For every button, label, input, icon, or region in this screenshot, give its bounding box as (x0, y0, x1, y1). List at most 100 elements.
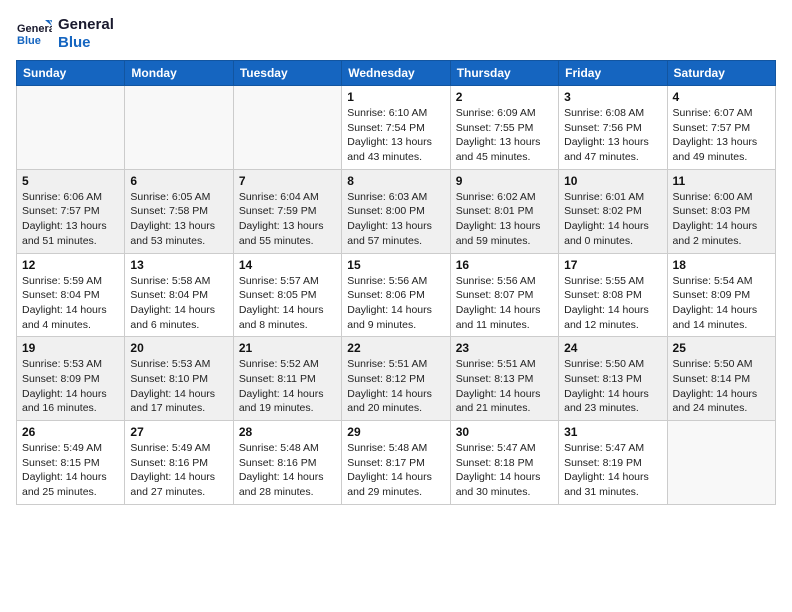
day-info: Sunrise: 6:09 AMSunset: 7:55 PMDaylight:… (456, 106, 553, 165)
calendar-header: SundayMondayTuesdayWednesdayThursdayFrid… (17, 61, 776, 86)
day-number: 27 (130, 425, 227, 439)
day-number: 21 (239, 341, 336, 355)
weekday-header-row: SundayMondayTuesdayWednesdayThursdayFrid… (17, 61, 776, 86)
day-info: Sunrise: 5:53 AMSunset: 8:10 PMDaylight:… (130, 357, 227, 416)
calendar-cell: 1 Sunrise: 6:10 AMSunset: 7:54 PMDaylight… (342, 86, 450, 170)
day-number: 5 (22, 174, 119, 188)
day-number: 12 (22, 258, 119, 272)
calendar-cell: 12 Sunrise: 5:59 AMSunset: 8:04 PMDayligh… (17, 253, 125, 337)
day-info: Sunrise: 5:56 AMSunset: 8:07 PMDaylight:… (456, 274, 553, 333)
calendar-cell: 23 Sunrise: 5:51 AMSunset: 8:13 PMDayligh… (450, 337, 558, 421)
day-number: 18 (673, 258, 770, 272)
calendar-cell: 9 Sunrise: 6:02 AMSunset: 8:01 PMDaylight… (450, 169, 558, 253)
logo: General Blue General Blue (16, 16, 114, 52)
calendar-cell: 13 Sunrise: 5:58 AMSunset: 8:04 PMDayligh… (125, 253, 233, 337)
weekday-header-sunday: Sunday (17, 61, 125, 86)
day-info: Sunrise: 5:59 AMSunset: 8:04 PMDaylight:… (22, 274, 119, 333)
day-number: 23 (456, 341, 553, 355)
calendar-body: 1 Sunrise: 6:10 AMSunset: 7:54 PMDaylight… (17, 86, 776, 505)
logo-general: General (58, 16, 114, 34)
day-info: Sunrise: 6:01 AMSunset: 8:02 PMDaylight:… (564, 190, 661, 249)
calendar-cell: 28 Sunrise: 5:48 AMSunset: 8:16 PMDayligh… (233, 421, 341, 505)
day-info: Sunrise: 6:00 AMSunset: 8:03 PMDaylight:… (673, 190, 770, 249)
weekday-header-thursday: Thursday (450, 61, 558, 86)
day-number: 17 (564, 258, 661, 272)
day-info: Sunrise: 5:53 AMSunset: 8:09 PMDaylight:… (22, 357, 119, 416)
day-number: 31 (564, 425, 661, 439)
logo-icon: General Blue (16, 16, 52, 52)
calendar-cell: 25Sunrise: 5:50 AMSunset: 8:14 PMDayligh… (667, 337, 775, 421)
day-number: 16 (456, 258, 553, 272)
day-number: 4 (673, 90, 770, 104)
day-info: Sunrise: 6:05 AMSunset: 7:58 PMDaylight:… (130, 190, 227, 249)
logo-blue: Blue (58, 34, 114, 52)
day-number: 10 (564, 174, 661, 188)
day-info: Sunrise: 5:48 AMSunset: 8:17 PMDaylight:… (347, 441, 444, 500)
calendar-cell (17, 86, 125, 170)
calendar-cell: 7 Sunrise: 6:04 AMSunset: 7:59 PMDaylight… (233, 169, 341, 253)
day-number: 15 (347, 258, 444, 272)
calendar-cell: 22Sunrise: 5:51 AMSunset: 8:12 PMDayligh… (342, 337, 450, 421)
day-info: Sunrise: 5:51 AMSunset: 8:12 PMDaylight:… (347, 357, 444, 416)
day-info: Sunrise: 5:51 AMSunset: 8:13 PMDaylight:… (456, 357, 553, 416)
calendar-cell: 15 Sunrise: 5:56 AMSunset: 8:06 PMDayligh… (342, 253, 450, 337)
calendar-week-4: 19 Sunrise: 5:53 AMSunset: 8:09 PMDayligh… (17, 337, 776, 421)
calendar-cell: 21Sunrise: 5:52 AMSunset: 8:11 PMDayligh… (233, 337, 341, 421)
day-info: Sunrise: 6:03 AMSunset: 8:00 PMDaylight:… (347, 190, 444, 249)
day-info: Sunrise: 5:54 AMSunset: 8:09 PMDaylight:… (673, 274, 770, 333)
calendar-cell: 20 Sunrise: 5:53 AMSunset: 8:10 PMDayligh… (125, 337, 233, 421)
calendar-cell: 16 Sunrise: 5:56 AMSunset: 8:07 PMDayligh… (450, 253, 558, 337)
calendar-week-2: 5 Sunrise: 6:06 AMSunset: 7:57 PMDaylight… (17, 169, 776, 253)
calendar-table: SundayMondayTuesdayWednesdayThursdayFrid… (16, 60, 776, 505)
day-number: 30 (456, 425, 553, 439)
day-info: Sunrise: 5:58 AMSunset: 8:04 PMDaylight:… (130, 274, 227, 333)
day-number: 20 (130, 341, 227, 355)
day-number: 1 (347, 90, 444, 104)
calendar-cell: 18 Sunrise: 5:54 AMSunset: 8:09 PMDayligh… (667, 253, 775, 337)
day-info: Sunrise: 6:04 AMSunset: 7:59 PMDaylight:… (239, 190, 336, 249)
calendar-cell: 11Sunrise: 6:00 AMSunset: 8:03 PMDayligh… (667, 169, 775, 253)
calendar-cell: 24 Sunrise: 5:50 AMSunset: 8:13 PMDayligh… (559, 337, 667, 421)
day-info: Sunrise: 5:47 AMSunset: 8:18 PMDaylight:… (456, 441, 553, 500)
day-info: Sunrise: 5:57 AMSunset: 8:05 PMDaylight:… (239, 274, 336, 333)
day-info: Sunrise: 5:48 AMSunset: 8:16 PMDaylight:… (239, 441, 336, 500)
calendar-cell: 17 Sunrise: 5:55 AMSunset: 8:08 PMDayligh… (559, 253, 667, 337)
day-info: Sunrise: 5:56 AMSunset: 8:06 PMDaylight:… (347, 274, 444, 333)
calendar-cell: 8 Sunrise: 6:03 AMSunset: 8:00 PMDaylight… (342, 169, 450, 253)
weekday-header-tuesday: Tuesday (233, 61, 341, 86)
day-number: 26 (22, 425, 119, 439)
calendar-week-3: 12 Sunrise: 5:59 AMSunset: 8:04 PMDayligh… (17, 253, 776, 337)
svg-text:General: General (17, 23, 52, 35)
day-info: Sunrise: 5:49 AMSunset: 8:15 PMDaylight:… (22, 441, 119, 500)
day-number: 24 (564, 341, 661, 355)
day-number: 3 (564, 90, 661, 104)
weekday-header-monday: Monday (125, 61, 233, 86)
day-number: 19 (22, 341, 119, 355)
day-number: 28 (239, 425, 336, 439)
day-info: Sunrise: 6:07 AMSunset: 7:57 PMDaylight:… (673, 106, 770, 165)
calendar-cell (667, 421, 775, 505)
day-number: 13 (130, 258, 227, 272)
day-number: 9 (456, 174, 553, 188)
calendar-cell: 14 Sunrise: 5:57 AMSunset: 8:05 PMDayligh… (233, 253, 341, 337)
day-number: 6 (130, 174, 227, 188)
calendar-week-5: 26 Sunrise: 5:49 AMSunset: 8:15 PMDayligh… (17, 421, 776, 505)
day-number: 14 (239, 258, 336, 272)
calendar-week-1: 1 Sunrise: 6:10 AMSunset: 7:54 PMDaylight… (17, 86, 776, 170)
day-info: Sunrise: 5:50 AMSunset: 8:13 PMDaylight:… (564, 357, 661, 416)
calendar-cell: 10 Sunrise: 6:01 AMSunset: 8:02 PMDayligh… (559, 169, 667, 253)
day-number: 29 (347, 425, 444, 439)
calendar-cell: 3Sunrise: 6:08 AMSunset: 7:56 PMDaylight… (559, 86, 667, 170)
calendar-cell: 2Sunrise: 6:09 AMSunset: 7:55 PMDaylight… (450, 86, 558, 170)
day-info: Sunrise: 5:55 AMSunset: 8:08 PMDaylight:… (564, 274, 661, 333)
day-number: 25 (673, 341, 770, 355)
day-info: Sunrise: 5:49 AMSunset: 8:16 PMDaylight:… (130, 441, 227, 500)
calendar-cell: 19 Sunrise: 5:53 AMSunset: 8:09 PMDayligh… (17, 337, 125, 421)
day-number: 7 (239, 174, 336, 188)
day-info: Sunrise: 6:10 AMSunset: 7:54 PMDaylight:… (347, 106, 444, 165)
calendar-cell: 4 Sunrise: 6:07 AMSunset: 7:57 PMDaylight… (667, 86, 775, 170)
calendar-cell: 30 Sunrise: 5:47 AMSunset: 8:18 PMDayligh… (450, 421, 558, 505)
day-info: Sunrise: 6:02 AMSunset: 8:01 PMDaylight:… (456, 190, 553, 249)
day-number: 8 (347, 174, 444, 188)
day-info: Sunrise: 6:06 AMSunset: 7:57 PMDaylight:… (22, 190, 119, 249)
